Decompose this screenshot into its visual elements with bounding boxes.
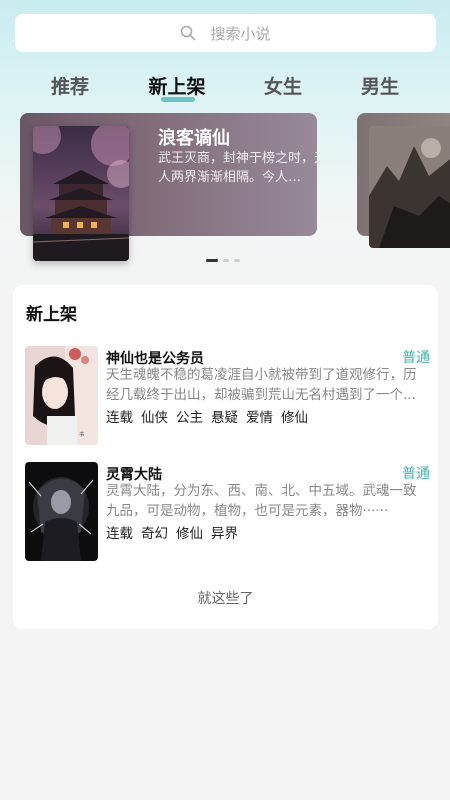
pagination-dot-active xyxy=(206,259,218,262)
genre-tag: 悬疑 xyxy=(211,410,238,426)
tab-new-arrivals[interactable]: 新上架 xyxy=(148,72,205,99)
book-description: 灵霄大陆，分为东、西、南、北、中五域。武魂一致九品，可是动物，植物，也可是元素，… xyxy=(106,483,417,519)
banner-description: 武王灭商，封神于榜之时，天人两界渐渐相隔。今人… xyxy=(158,151,317,185)
book-item[interactable]: 书 神仙也是公务员 普通 天生魂魄不稳的葛凌涯自小就被带到了道观修行，历经几载终… xyxy=(25,346,430,446)
book-item[interactable]: 灵霄大陆 普通 灵霄大陆，分为东、西、南、北、中五域。武魂一致九品，可是动物，植… xyxy=(25,462,430,562)
pagination-dot xyxy=(223,259,229,262)
book-genres: 连载 奇幻 修仙 异界 xyxy=(106,522,238,542)
search-bar[interactable]: 搜索小说 xyxy=(15,14,436,52)
category-tabs: 推荐 新上架 女生 男生 xyxy=(0,66,450,106)
book-description: 天生魂魄不稳的葛凌涯自小就被带到了道观修行，历经几载终于出山，却被骗到荒山无名村… xyxy=(106,367,417,403)
svg-text:书: 书 xyxy=(79,431,84,438)
genre-tag: 公主 xyxy=(176,410,203,426)
genre-tag: 异界 xyxy=(211,526,238,542)
genre-tag: 连载 xyxy=(106,526,133,542)
banner-title: 浪客谪仙 xyxy=(158,128,230,149)
search-placeholder: 搜索小说 xyxy=(210,24,271,43)
book-tag: 普通 xyxy=(402,350,430,366)
active-tab-indicator xyxy=(161,97,195,102)
genre-tag: 仙侠 xyxy=(141,410,168,426)
new-arrivals-panel: 新上架 书 神仙也是公务员 普通 天生魂魄不稳的葛凌涯自小就被带到了道观修行，历… xyxy=(13,285,438,629)
book-cover-image xyxy=(25,462,98,561)
end-of-list-text: 就这些了 xyxy=(197,591,254,607)
section-title: 新上架 xyxy=(26,305,77,325)
book-cover-image: 书 xyxy=(25,346,98,445)
book-tag: 普通 xyxy=(402,466,430,482)
search-icon xyxy=(181,25,196,41)
genre-tag: 爱情 xyxy=(246,410,273,426)
banner-next-cover-image xyxy=(369,126,450,248)
genre-tag: 奇幻 xyxy=(141,526,168,542)
tab-female[interactable]: 女生 xyxy=(264,72,302,99)
tab-male[interactable]: 男生 xyxy=(361,72,399,99)
banner-cover-image xyxy=(33,126,129,261)
carousel-pagination xyxy=(206,259,240,262)
genre-tag: 修仙 xyxy=(176,526,203,542)
pagination-dot xyxy=(234,259,240,262)
book-genres: 连载 仙侠 公主 悬疑 爱情 修仙 xyxy=(106,406,308,426)
genre-tag: 修仙 xyxy=(281,410,308,426)
genre-tag: 连载 xyxy=(106,410,133,426)
banner-carousel[interactable]: 浪客谪仙 武王灭商，封神于榜之时，天人两界渐渐相隔。今人… xyxy=(0,112,450,261)
tab-recommend[interactable]: 推荐 xyxy=(51,72,89,99)
